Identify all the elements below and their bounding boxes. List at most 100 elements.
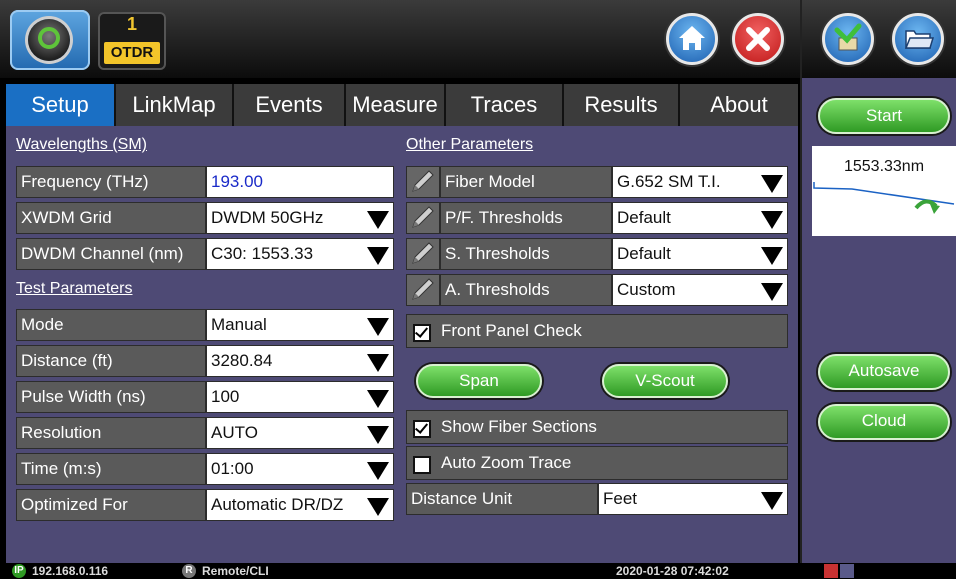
fiber-model-select[interactable]: G.652 SM T.I. [612,166,788,198]
resolution-select[interactable]: AUTO [206,417,394,449]
checkmark-icon [414,420,429,434]
mode-label: Mode [16,309,206,341]
resolution-label: Resolution [16,417,206,449]
pulse-width-select[interactable]: 100 [206,381,394,413]
cloud-button[interactable]: Cloud [818,404,950,440]
tab-bar: Setup LinkMap Events Measure Traces Resu… [6,84,798,126]
tab-linkmap[interactable]: LinkMap [116,84,234,126]
right-toolbar [802,0,956,78]
network-icon [840,564,854,578]
chevron-down-icon [761,492,783,510]
pf-thresholds-select[interactable]: Default [612,202,788,234]
setup-panel: Wavelengths (SM) Frequency (THz) 193.00 … [6,126,798,563]
time-select[interactable]: 01:00 [206,453,394,485]
pencil-icon [412,206,434,228]
auto-zoom-trace-checkbox[interactable] [413,456,431,474]
chevron-down-icon [367,211,389,229]
chevron-down-icon [367,462,389,480]
show-fiber-sections-checkbox[interactable] [413,420,431,438]
frequency-label: Frequency (THz) [16,166,206,198]
fiber-model-value: G.652 SM T.I. [617,172,721,191]
a-thresholds-select[interactable]: Custom [612,274,788,306]
time-label: Time (m:s) [16,453,206,485]
s-thresholds-label: S. Thresholds [440,238,612,270]
close-button[interactable] [732,13,784,65]
right-sidebar [800,0,956,563]
chevron-down-icon [367,426,389,444]
chevron-down-icon [367,498,389,516]
distance-unit-label: Distance Unit [406,483,598,515]
chevron-down-icon [367,247,389,265]
dwdm-channel-select[interactable]: C30: 1553.33 [206,238,394,270]
test-parameters-heading: Test Parameters [16,280,133,297]
status-bar: IP 192.168.0.116 R Remote/CLI 2020-01-28… [0,563,956,579]
edit-a-thresholds-button[interactable] [406,274,440,306]
folder-icon [904,30,935,49]
front-panel-check-checkbox[interactable] [413,324,431,342]
tab-traces[interactable]: Traces [446,84,564,126]
ip-badge: IP [12,564,26,578]
logo-icon [28,19,70,61]
span-button[interactable]: Span [416,364,542,398]
save-trace-button[interactable] [822,13,874,65]
trace-thumbnail [813,182,955,214]
chevron-down-icon [761,247,783,265]
optimized-for-label: Optimized For [16,489,206,521]
otdr-module-number: 1 [126,14,137,34]
fiber-model-label: Fiber Model [440,166,612,198]
optimized-for-value: Automatic DR/DZ [211,495,344,514]
s-thresholds-select[interactable]: Default [612,238,788,270]
show-fiber-sections-label: Show Fiber Sections [441,417,597,436]
show-fiber-sections-row[interactable]: Show Fiber Sections [406,410,788,444]
open-folder-button[interactable] [892,13,944,65]
distance-unit-value: Feet [603,489,638,508]
dwdm-channel-value: C30: 1553.33 [211,244,314,263]
chevron-down-icon [761,283,783,301]
otdr-module-button[interactable]: 1 OTDR [98,12,166,70]
edit-s-thresholds-button[interactable] [406,238,440,270]
remote-badge: R [182,564,196,578]
optimized-for-select[interactable]: Automatic DR/DZ [206,489,394,521]
save-trace-icon [834,23,862,51]
tab-measure[interactable]: Measure [346,84,446,126]
trace-preview[interactable]: 1553.33nm [812,146,956,236]
distance-value: 3280.84 [211,351,273,370]
tab-events[interactable]: Events [234,84,346,126]
distance-label: Distance (ft) [16,345,206,377]
edit-pf-thresholds-button[interactable] [406,202,440,234]
a-thresholds-value: Custom [617,280,676,299]
chevron-down-icon [367,318,389,336]
v-scout-button[interactable]: V-Scout [602,364,728,398]
autosave-button[interactable]: Autosave [818,354,950,390]
tab-results[interactable]: Results [564,84,680,126]
time-value: 01:00 [211,459,254,478]
chevron-down-icon [761,175,783,193]
mode-select[interactable]: Manual [206,309,394,341]
front-panel-check-row[interactable]: Front Panel Check [406,314,788,348]
close-icon [746,27,770,51]
remote-status: Remote/CLI [202,564,269,578]
pencil-icon [412,242,434,264]
distance-unit-select[interactable]: Feet [598,483,788,515]
pulse-width-label: Pulse Width (ns) [16,381,206,413]
wavelengths-heading: Wavelengths (SM) [16,136,147,153]
auto-zoom-trace-row[interactable]: Auto Zoom Trace [406,446,788,480]
dwdm-channel-label: DWDM Channel (nm) [16,238,206,270]
top-toolbar: 1 OTDR [0,0,800,78]
ip-address: 192.168.0.116 [32,564,109,578]
pencil-icon [412,278,434,300]
start-button[interactable]: Start [818,98,950,134]
distance-select[interactable]: 3280.84 [206,345,394,377]
tab-setup[interactable]: Setup [6,84,116,126]
home-button[interactable] [666,13,718,65]
edit-fiber-model-button[interactable] [406,166,440,198]
pencil-icon [412,170,434,192]
resolution-value: AUTO [211,423,258,442]
otdr-module-label: OTDR [104,42,160,64]
chevron-down-icon [367,354,389,372]
app-logo-button[interactable] [10,10,90,70]
xwdm-grid-select[interactable]: DWDM 50GHz [206,202,394,234]
tab-about[interactable]: About [680,84,798,126]
xwdm-grid-label: XWDM Grid [16,202,206,234]
frequency-input[interactable]: 193.00 [206,166,394,198]
